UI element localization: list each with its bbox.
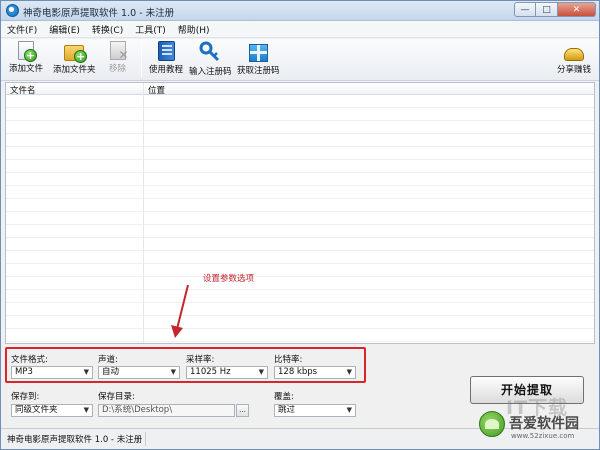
share-earn-label: 分享赚钱 — [557, 65, 592, 75]
menu-bar: 文件(F) 编辑(E) 转换(C) 工具(T) 帮助(H) — [1, 21, 599, 38]
samplerate-label: 采样率: — [186, 355, 215, 365]
tutorial-button[interactable]: 使用教程 — [149, 41, 183, 75]
remove-button[interactable]: ✕ 移除 — [109, 41, 129, 74]
toolbar: + 添加文件 + 添加文件夹 ✕ 移除 使用教程 输入注册码 获取注册码 分享赚… — [1, 39, 599, 81]
add-file-button[interactable]: + 添加文件 — [9, 41, 43, 74]
enter-code-label: 输入注册码 — [189, 67, 232, 77]
app-icon — [6, 4, 19, 17]
maximize-button[interactable]: □ — [536, 2, 558, 17]
savedir-input[interactable]: D:\系统\Desktop\ — [98, 404, 235, 417]
book-icon — [157, 41, 175, 61]
overwrite-value: 跳过 — [278, 405, 296, 415]
minimize-button[interactable]: — — [514, 2, 536, 17]
share-earn-button[interactable]: 分享赚钱 — [557, 41, 591, 75]
key-icon — [199, 41, 221, 63]
column-divider — [143, 83, 144, 343]
samplerate-select[interactable]: 11025 Hz ▼ — [186, 366, 268, 379]
window-title: 神奇电影原声提取软件 1.0 - 未注册 — [23, 8, 175, 19]
channel-select[interactable]: 自动 ▼ — [98, 366, 180, 379]
bitrate-select[interactable]: 128 kbps ▼ — [274, 366, 356, 379]
menu-edit[interactable]: 编辑(E) — [49, 23, 80, 36]
window-controls: — □ ✕ — [514, 2, 596, 18]
menu-convert[interactable]: 转换(C) — [92, 23, 123, 36]
gift-icon — [248, 44, 268, 62]
watermark-name: 吾爱软件园 — [509, 416, 579, 432]
list-rows — [6, 95, 594, 343]
watermark-logo-icon — [479, 411, 505, 437]
enter-code-button[interactable]: 输入注册码 — [189, 41, 232, 77]
file-list[interactable]: 文件名 位置 — [5, 82, 595, 344]
tutorial-label: 使用教程 — [149, 65, 184, 75]
menu-tools[interactable]: 工具(T) — [135, 23, 166, 36]
overwrite-label: 覆盖: — [274, 392, 294, 402]
menu-help[interactable]: 帮助(H) — [178, 23, 210, 36]
remove-icon: ✕ — [109, 41, 129, 62]
add-file-label: 添加文件 — [9, 64, 44, 74]
close-button[interactable]: ✕ — [558, 2, 596, 17]
add-folder-label: 添加文件夹 — [53, 65, 96, 75]
chevron-down-icon: ▼ — [83, 406, 89, 414]
title-bar[interactable]: 神奇电影原声提取软件 1.0 - 未注册 — □ ✕ — [1, 1, 599, 21]
add-folder-button[interactable]: + 添加文件夹 — [53, 41, 96, 75]
chevron-down-icon: ▼ — [83, 368, 89, 376]
status-text: 神奇电影原声提取软件 1.0 - 未注册 — [7, 435, 143, 445]
chevron-down-icon: ▼ — [346, 368, 352, 376]
get-code-label: 获取注册码 — [237, 66, 280, 76]
browse-button[interactable]: ... — [236, 404, 249, 417]
menu-file[interactable]: 文件(F) — [7, 23, 37, 36]
toolbar-separator — [141, 43, 142, 77]
bitrate-value: 128 kbps — [278, 367, 318, 377]
format-label: 文件格式: — [11, 355, 48, 365]
samplerate-value: 11025 Hz — [190, 367, 231, 377]
watermark-url: www.52zixue.com — [511, 432, 575, 440]
get-code-button[interactable]: 获取注册码 — [237, 41, 280, 76]
channel-label: 声道: — [98, 355, 118, 365]
saveto-label: 保存到: — [11, 392, 40, 402]
chevron-down-icon: ▼ — [258, 368, 264, 376]
chevron-down-icon: ▼ — [346, 406, 352, 414]
annotation-arrow-icon — [171, 284, 189, 338]
add-file-icon: + — [18, 41, 37, 62]
status-divider — [145, 432, 146, 446]
savedir-label: 保存目录: — [98, 392, 135, 402]
format-select[interactable]: MP3 ▼ — [11, 366, 93, 379]
list-header: 文件名 位置 — [6, 83, 594, 96]
savedir-value: D:\系统\Desktop\ — [102, 405, 173, 415]
channel-value: 自动 — [102, 367, 120, 377]
add-folder-icon: + — [64, 45, 88, 63]
annotation-text: 设置参数选项 — [203, 274, 255, 284]
gold-ingot-icon — [564, 48, 584, 61]
saveto-select[interactable]: 同级文件夹 ▼ — [11, 404, 93, 417]
remove-label: 移除 — [109, 64, 127, 74]
saveto-value: 同级文件夹 — [15, 405, 58, 415]
chevron-down-icon: ▼ — [170, 368, 176, 376]
overwrite-select[interactable]: 跳过 ▼ — [274, 404, 356, 417]
format-value: MP3 — [15, 367, 33, 377]
app-window: 神奇电影原声提取软件 1.0 - 未注册 — □ ✕ 文件(F) 编辑(E) 转… — [0, 0, 600, 450]
bitrate-label: 比特率: — [274, 355, 303, 365]
